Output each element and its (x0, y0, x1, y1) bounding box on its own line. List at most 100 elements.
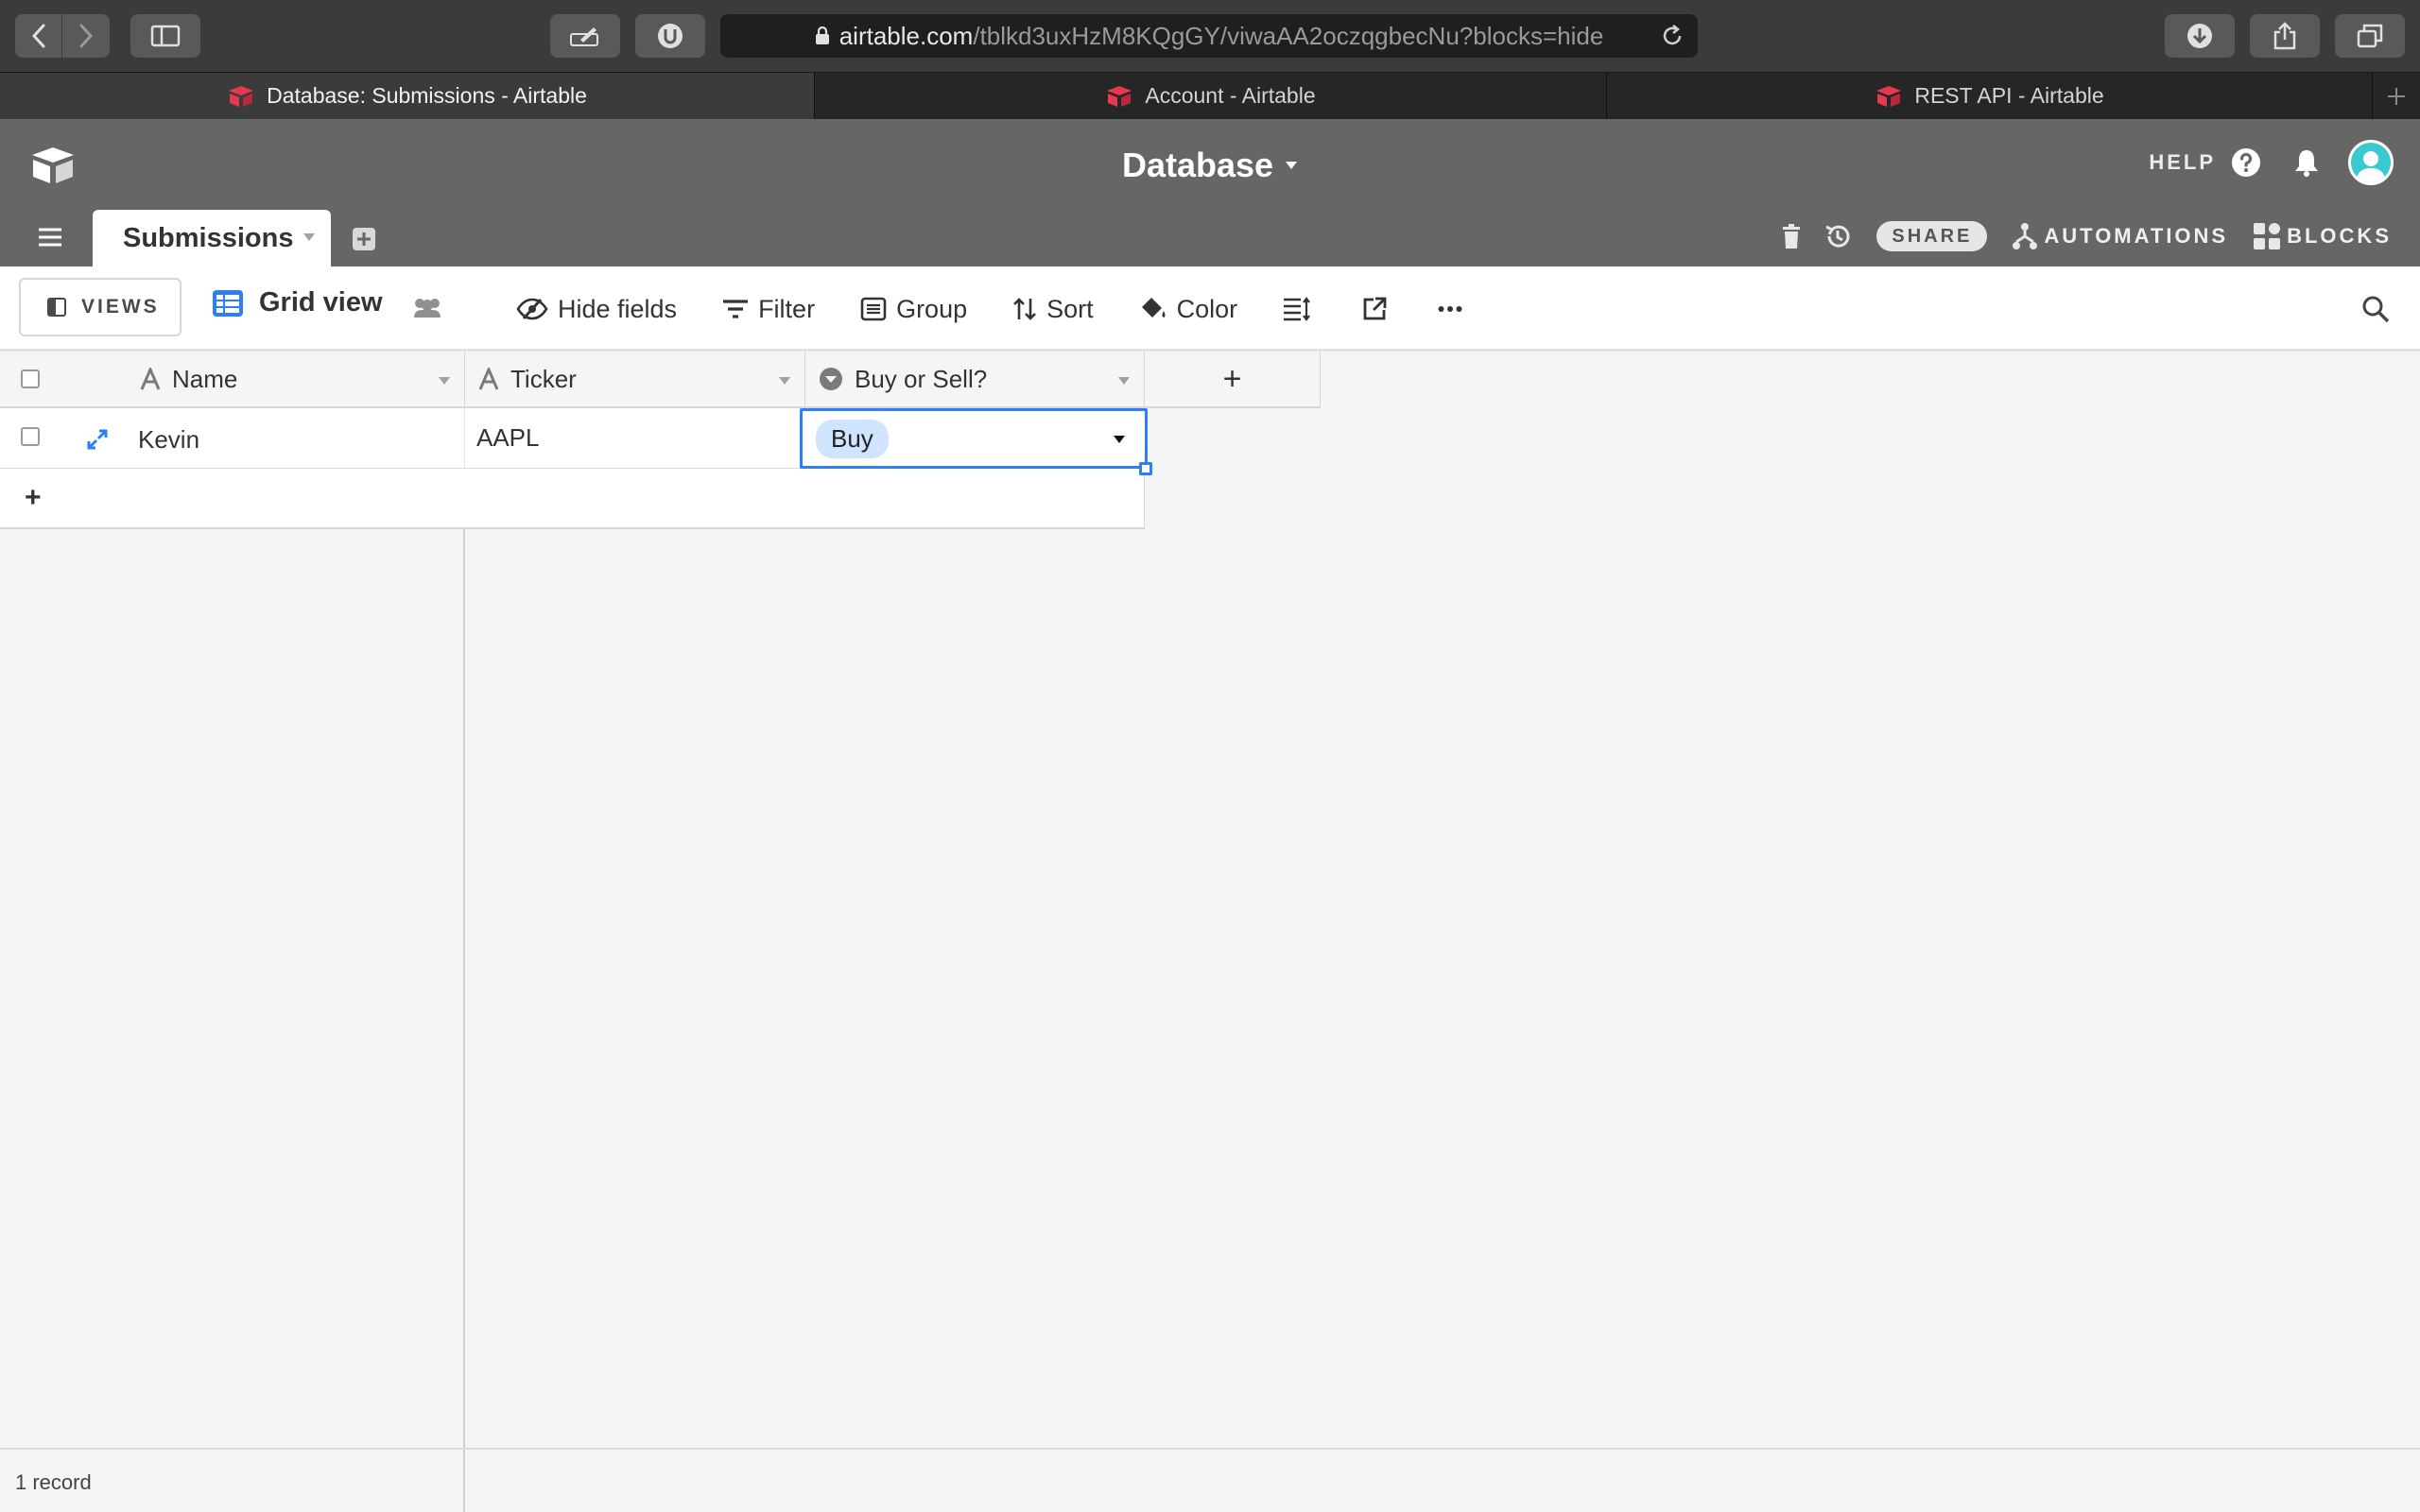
expand-record-icon[interactable] (87, 429, 108, 450)
view-toolbar: VIEWS Grid view Hide fields Filter Group… (0, 266, 2420, 352)
share-button[interactable]: SHARE (1876, 221, 1988, 251)
hide-fields-label: Hide fields (558, 294, 678, 323)
column-title: Ticker (510, 364, 577, 393)
airtable-logo-icon[interactable] (28, 146, 78, 187)
automations-button[interactable]: AUTOMATIONS (2012, 222, 2228, 250)
tab-overview-button[interactable] (2335, 14, 2405, 58)
browser-tab-rest-api[interactable]: REST API - Airtable (1607, 73, 2373, 119)
group-button[interactable]: Group (860, 295, 967, 324)
color-button[interactable]: Color (1139, 294, 1238, 324)
cell-ticker-value: AAPL (476, 423, 540, 452)
collaborative-view-icon[interactable] (410, 295, 444, 324)
cell-ticker[interactable]: AAPL (465, 408, 805, 469)
trash-icon[interactable] (1782, 223, 1801, 249)
column-header-buy-or-sell[interactable]: Buy or Sell? (805, 352, 1145, 408)
caret-down-icon[interactable] (438, 376, 451, 386)
add-record-row-extension[interactable] (465, 469, 1145, 529)
tabs-overview-group (2335, 14, 2405, 58)
sort-button[interactable]: Sort (1012, 295, 1094, 324)
filter-icon (723, 300, 749, 318)
add-field-plus: + (1222, 360, 1242, 397)
caret-down-icon (1286, 162, 1298, 169)
browser-toolbar: airtable.com/tblkd3uxHzM8KQgGY/viwaAA2oc… (0, 0, 2420, 72)
caret-down-icon[interactable] (302, 232, 316, 242)
base-name-button[interactable]: Database (1122, 146, 1298, 185)
ublock-extension-button[interactable] (635, 14, 705, 58)
footer-divider (463, 1450, 465, 1512)
select-all-checkbox[interactable] (21, 369, 40, 388)
history-icon[interactable] (1824, 222, 1852, 250)
table-row[interactable]: Kevin (0, 408, 465, 469)
base-header: Database HELP Submissions SHARE AUTOMATI… (0, 119, 2420, 266)
reload-icon[interactable] (1660, 24, 1685, 48)
caret-down-icon[interactable] (1113, 435, 1126, 444)
view-name: Grid view (259, 287, 383, 318)
plus-icon (2388, 87, 2405, 105)
text-field-icon (140, 368, 161, 390)
user-avatar[interactable] (2348, 140, 2394, 185)
add-record-plus: + (25, 482, 42, 513)
downloads-button[interactable] (2165, 14, 2235, 58)
downloads-group (2165, 14, 2235, 58)
browser-tab-account[interactable]: Account - Airtable (815, 73, 1607, 119)
forward-button[interactable] (62, 14, 110, 58)
row-height-button[interactable] (1283, 297, 1321, 321)
address-bar[interactable]: airtable.com/tblkd3uxHzM8KQgGY/viwaAA2oc… (720, 14, 1698, 58)
history-buttons (15, 14, 110, 58)
annotate-extension-button[interactable] (550, 14, 620, 58)
add-field-button[interactable]: + (1145, 352, 1321, 408)
back-button[interactable] (15, 14, 62, 58)
chevron-left-icon (31, 24, 44, 48)
table-tab-submissions[interactable]: Submissions (93, 210, 331, 266)
automations-icon (2013, 223, 2038, 249)
external-link-icon (1363, 297, 1387, 320)
notifications-bell-icon[interactable] (2293, 148, 2320, 177)
column-header-ticker[interactable]: Ticker (465, 352, 805, 408)
cell-name[interactable]: Kevin (138, 425, 199, 455)
share-view-button[interactable] (1362, 297, 1396, 321)
header-utilities: HELP (2149, 140, 2394, 185)
help-icon[interactable] (2231, 147, 2261, 178)
group-label: Group (896, 294, 968, 323)
sidebar-toggle-button[interactable] (130, 14, 200, 58)
blocks-button[interactable]: BLOCKS (2253, 222, 2392, 250)
filter-label: Filter (758, 294, 816, 323)
fill-handle[interactable] (1139, 462, 1152, 475)
add-table-icon[interactable] (352, 227, 376, 256)
view-switcher-grid-view[interactable]: Grid view (212, 287, 383, 318)
caret-down-icon[interactable] (778, 376, 791, 386)
url-host: airtable.com (838, 21, 974, 50)
new-tab-button[interactable] (2373, 73, 2420, 119)
caret-down-icon[interactable] (1117, 376, 1131, 386)
automations-label: AUTOMATIONS (2044, 224, 2229, 248)
help-button[interactable]: HELP (2149, 150, 2216, 175)
view-tools: Hide fields Filter Group Sort Color (516, 287, 1513, 331)
group-icon (860, 297, 887, 321)
sidebar-icon (150, 25, 181, 47)
cell-buy-or-sell[interactable]: Buy (800, 408, 1148, 469)
share-icon (2273, 22, 2296, 50)
add-record-button[interactable]: + (0, 469, 465, 529)
shield-u-icon (658, 24, 683, 48)
row-checkbox[interactable] (21, 427, 40, 446)
airtable-favicon-icon (229, 85, 254, 107)
hide-fields-button[interactable]: Hide fields (516, 295, 677, 324)
extension-group-2 (635, 14, 705, 58)
row-height-icon (1284, 297, 1311, 321)
search-icon[interactable] (2361, 295, 2390, 328)
more-options-button[interactable] (1438, 305, 1472, 313)
hamburger-menu-icon[interactable] (38, 227, 62, 252)
browser-tab-database[interactable]: Database: Submissions - Airtable (0, 73, 815, 119)
user-silhouette-icon (2356, 151, 2386, 182)
pen-icon (570, 27, 598, 46)
sort-label: Sort (1046, 294, 1094, 323)
color-label: Color (1176, 294, 1238, 323)
views-toggle-button[interactable]: VIEWS (19, 278, 182, 336)
filter-button[interactable]: Filter (722, 295, 815, 324)
browser-share-button[interactable] (2250, 14, 2320, 58)
column-header-name[interactable]: Name (0, 352, 465, 408)
views-label: VIEWS (81, 296, 160, 318)
lock-icon (815, 26, 829, 44)
base-actions: SHARE AUTOMATIONS BLOCKS (1759, 221, 2392, 251)
airtable-favicon-icon (1107, 85, 1132, 107)
